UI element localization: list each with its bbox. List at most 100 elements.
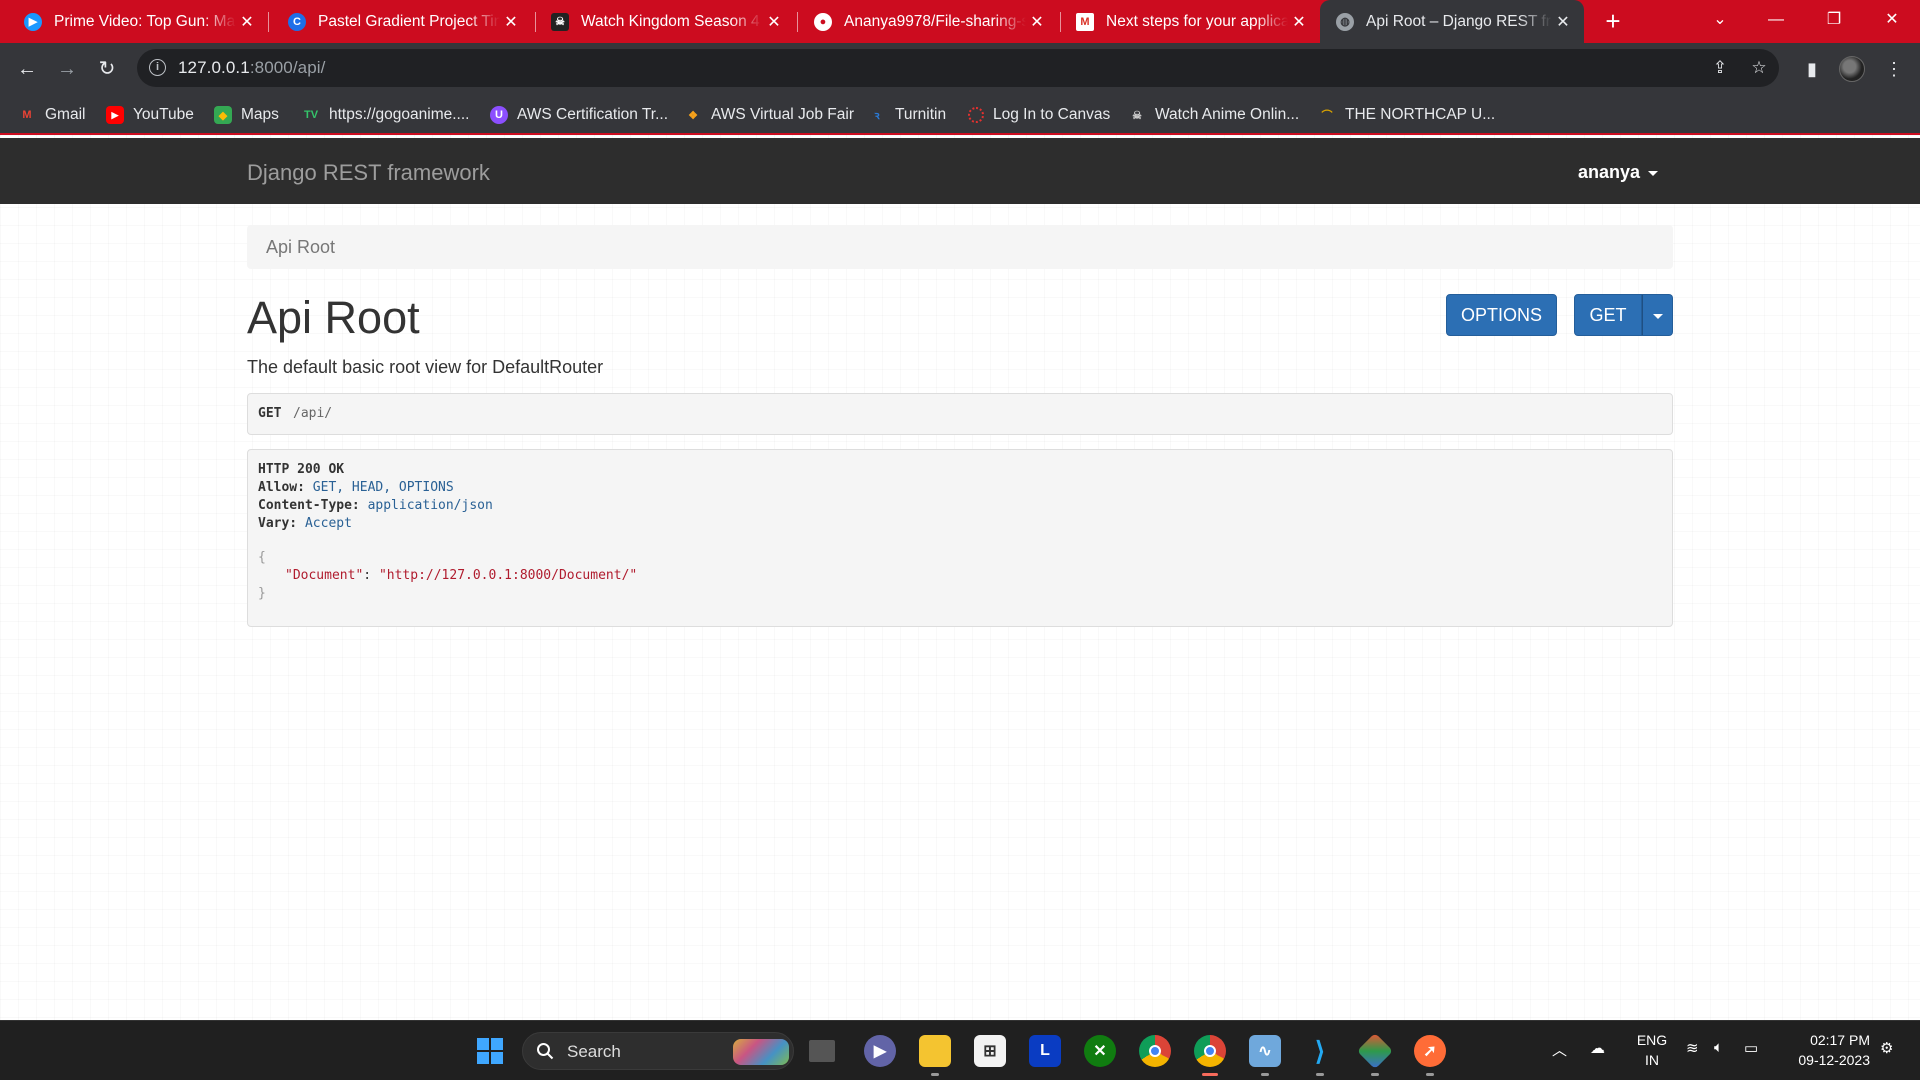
bookmark-star-icon[interactable]: ☆ [1748,57,1770,79]
header-value: application/json [367,498,493,513]
new-tab-button[interactable]: + [1598,6,1628,36]
bookmark-label: AWS Certification Tr... [517,106,669,123]
taskbar-search[interactable]: Search [522,1032,794,1070]
page-content: Django REST framework ananya Api Root Ap… [0,135,1920,1020]
restore-button[interactable]: ❐ [1806,0,1862,40]
breadcrumb: Api Root [247,225,1673,269]
caret-down-icon [1652,313,1663,319]
tab-title: Prime Video: Top Gun: Maverick [54,12,236,30]
teams-chat-icon[interactable]: ▶ [864,1035,896,1067]
file-explorer-icon[interactable] [919,1035,951,1067]
bookmark-watch-anime[interactable]: ☠ Watch Anime Onlin... [1128,104,1299,126]
bookmark-label: Maps [241,106,279,123]
monitor-app-icon[interactable]: ∿ [1249,1035,1281,1067]
bookmark-label: Gmail [45,106,86,123]
close-tab-icon[interactable]: ✕ [1552,12,1574,32]
page-title: Api Root [247,292,420,343]
profile-avatar[interactable] [1839,56,1865,82]
chrome-icon[interactable] [1139,1035,1171,1067]
battery-icon[interactable]: ▭ [1744,1039,1758,1057]
search-highlight-image [733,1039,789,1065]
language-code: ENG [1636,1032,1668,1048]
minimize-button[interactable]: — [1748,0,1804,40]
close-tab-icon[interactable]: ✕ [1026,12,1048,32]
response-status: HTTP 200 OK [258,462,345,477]
tab-api-root[interactable]: ◍ Api Root – Django REST framework ✕ [1320,0,1584,43]
forward-button[interactable]: → [53,55,81,83]
search-icon [537,1043,554,1060]
close-tab-icon[interactable]: ✕ [1288,12,1310,32]
wifi-icon[interactable]: ≋ [1686,1039,1699,1057]
site-info-icon[interactable]: i [149,59,166,76]
canvas-icon [968,107,984,123]
bookmark-gmail[interactable]: M Gmail [18,104,85,126]
onedrive-icon[interactable]: ☁ [1590,1039,1605,1057]
address-url[interactable]: 127.0.0.1:8000/api/ [178,58,326,78]
bookmark-youtube[interactable]: ▶ YouTube [106,104,194,126]
youtube-icon: ▶ [106,106,124,124]
get-button[interactable]: GET [1574,294,1642,336]
drf-brand-link[interactable]: Django REST framework [247,160,490,186]
language-indicator[interactable]: ENG IN [1632,1030,1672,1070]
json-key: "Document" [285,568,364,583]
bookmark-label: Turnitin [895,106,947,123]
chrome-profile-icon[interactable] [1194,1035,1226,1067]
tab-github[interactable]: ● Ananya9978/File-sharing-system ✕ [790,0,1058,43]
git-app-icon[interactable] [1356,1032,1394,1070]
reload-button[interactable]: ↻ [93,55,121,83]
share-icon[interactable]: ⇪ [1709,57,1731,79]
tab-title: Ananya9978/File-sharing-system [844,12,1026,30]
user-menu[interactable]: ananya [1578,162,1659,183]
breadcrumb-item-api-root[interactable]: Api Root [266,237,335,258]
xbox-icon[interactable]: ✕ [1084,1035,1116,1067]
anime-site-icon: ☠ [551,12,569,31]
bookmark-maps[interactable]: ◆ Maps [214,104,279,126]
side-panel-icon[interactable]: ▮ [1798,55,1826,83]
notification-icon[interactable]: ⚙ [1880,1039,1893,1057]
header-value: GET, HEAD, OPTIONS [312,480,454,495]
microsoft-store-icon[interactable]: ⊞ [974,1035,1006,1067]
bookmark-aws-cert[interactable]: U AWS Certification Tr... [490,104,668,126]
menu-kebab-icon[interactable]: ⋮ [1880,55,1908,83]
tray-overflow-icon[interactable]: ︿ [1552,1039,1567,1060]
bookmark-aws-jobfair[interactable]: ❖ AWS Virtual Job Fair [684,104,854,126]
bookmark-label: YouTube [133,106,194,123]
github-icon: ● [814,12,832,31]
bookmark-canvas[interactable]: Log In to Canvas [968,104,1110,126]
bookmark-northcap[interactable]: ⌒ THE NORTHCAP U... [1318,104,1496,126]
back-button[interactable]: ← [13,55,41,83]
options-button[interactable]: OPTIONS [1446,294,1557,336]
bookmark-gogoanime[interactable]: TV https://gogoanime.... [302,104,469,126]
tab-kingdom[interactable]: ☠ Watch Kingdom Season 4 ( ✕ [527,0,795,43]
vscode-icon[interactable]: ⟩ [1304,1035,1336,1067]
json-open-brace: { [258,550,266,565]
l-app-icon[interactable]: L [1029,1035,1061,1067]
windows-start-icon[interactable] [474,1035,506,1067]
close-tab-icon[interactable]: ✕ [236,12,258,32]
request-path: /api/ [293,406,333,421]
address-bar[interactable]: i 127.0.0.1:8000/api/ ⇪ ☆ [137,49,1779,87]
gogoanime-icon: TV [303,109,319,121]
region-code: IN [1645,1052,1659,1068]
tab-strip: ▶ Prime Video: Top Gun: Maverick ✕ C Pas… [0,0,1920,43]
windows-taskbar: Search ▶ ⊞ L ✕ ∿ ⟩ ➚ ︿ ☁ ENG IN ≋ 🔈︎ ▭ 02… [0,1020,1920,1080]
date: 09-12-2023 [1798,1052,1870,1068]
header-name: Allow: [258,480,305,495]
bookmark-turnitin[interactable]: ꝛ Turnitin [868,104,946,126]
get-format-dropdown-button[interactable] [1642,294,1673,336]
json-link-value[interactable]: "http://127.0.0.1:8000/Document/" [379,568,637,583]
user-name: ananya [1578,162,1641,182]
postman-icon[interactable]: ➚ [1414,1035,1446,1067]
close-tab-icon[interactable]: ✕ [500,12,522,32]
taskbar-clock[interactable]: 02:17 PM 09-12-2023 [1780,1030,1870,1070]
aws-jobfair-icon: ❖ [688,109,698,122]
browser-toolbar: ← → ↻ i 127.0.0.1:8000/api/ ⇪ ☆ ▮ ⋮ [0,43,1920,95]
tab-prime-video[interactable]: ▶ Prime Video: Top Gun: Maverick ✕ [0,0,268,43]
close-tab-icon[interactable]: ✕ [763,12,785,32]
task-view-icon[interactable] [809,1040,835,1062]
tab-search-button[interactable]: ⌄ [1692,0,1748,40]
tab-canva[interactable]: C Pastel Gradient Project Timeline ✕ [264,0,532,43]
volume-icon[interactable]: 🔈︎ [1714,1039,1723,1056]
close-window-button[interactable]: ✕ [1864,0,1920,40]
tab-gmail[interactable]: M Next steps for your application ✕ [1052,0,1320,43]
